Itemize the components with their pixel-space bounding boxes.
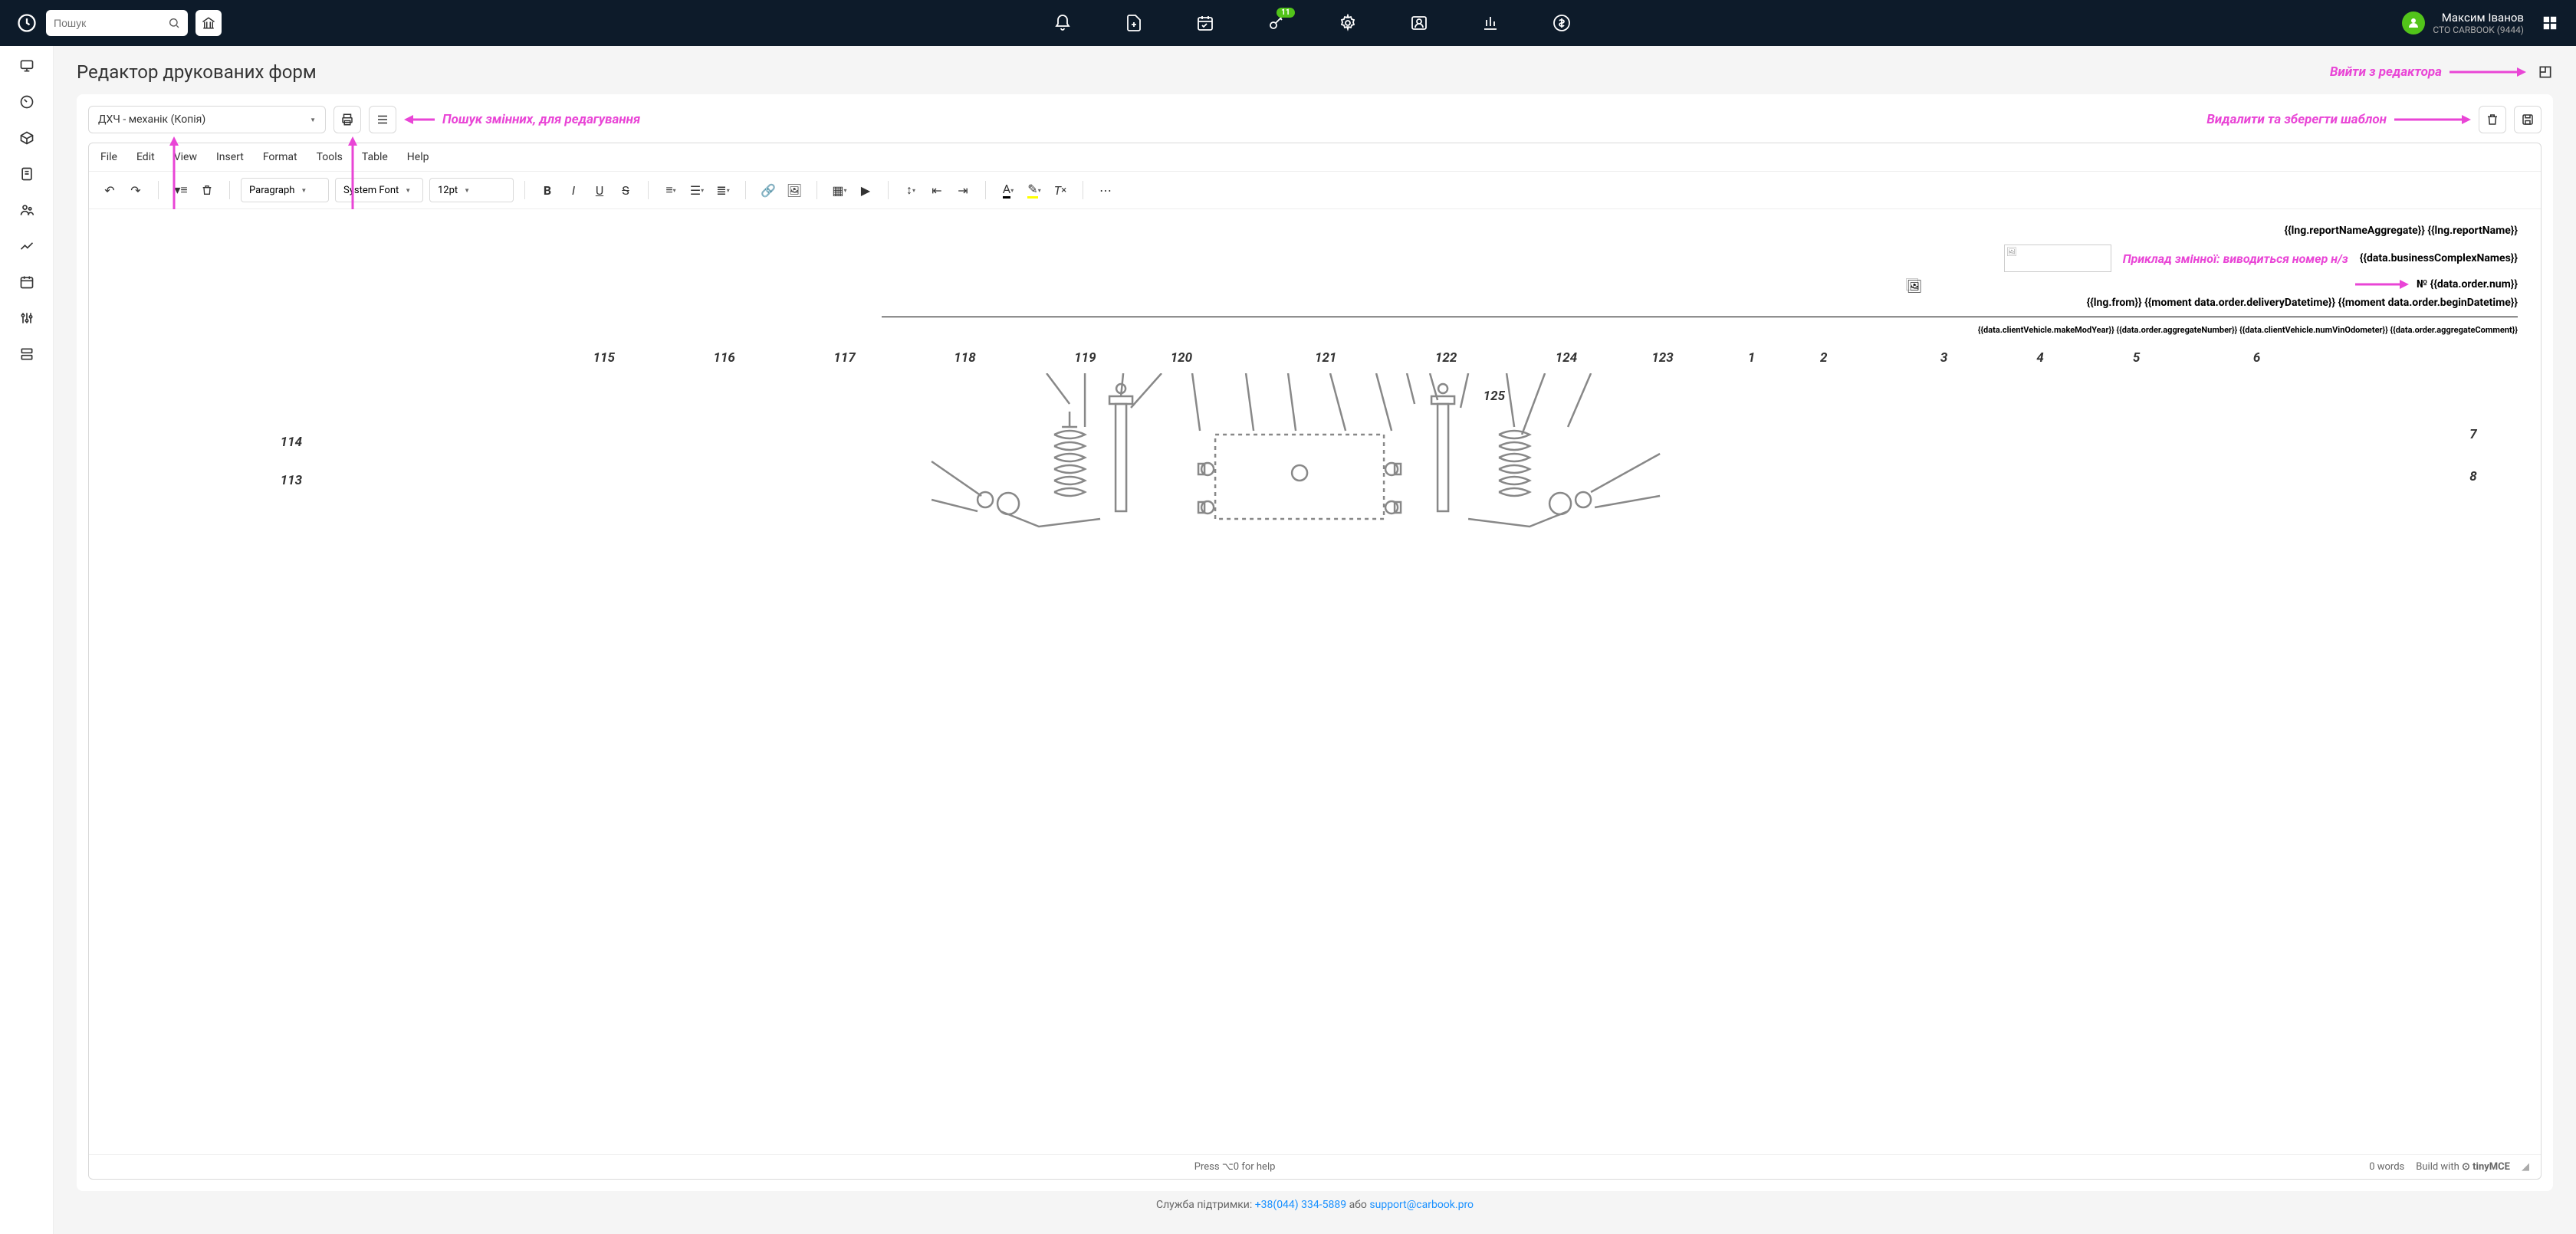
textcolor-button[interactable]: A▾ (997, 179, 1020, 202)
menu-format[interactable]: Format (263, 151, 297, 163)
menu-tools[interactable]: Tools (317, 151, 343, 163)
print-button[interactable] (334, 106, 361, 133)
annotation-delete-save: Видалити та зберегти шаблон (2206, 112, 2387, 127)
strike-button[interactable]: S (614, 179, 637, 202)
key-icon[interactable]: 11 (1266, 12, 1287, 34)
doc-line3: № {{data.order.num}} (2417, 278, 2518, 290)
footer: Служба підтримки: +38(044) 334-5889 або … (77, 1191, 2553, 1219)
rail-sliders-icon[interactable] (18, 310, 35, 327)
underline-button[interactable]: U (588, 179, 611, 202)
rail-device-icon[interactable] (18, 166, 35, 182)
new-doc-icon[interactable] (1123, 12, 1145, 34)
rail-monitor-icon[interactable] (18, 57, 35, 74)
align-button[interactable]: ≡▾ (659, 179, 682, 202)
page-title: Редактор друкованих форм (77, 61, 317, 83)
menu-file[interactable]: File (100, 151, 117, 163)
template-select-value: ДХЧ - механік (Копія) (98, 113, 205, 126)
status-help: Press ⌥0 for help (100, 1161, 2369, 1173)
apps-grid-icon[interactable] (2539, 12, 2561, 34)
dollar-icon[interactable] (1551, 12, 1572, 34)
menu-edit[interactable]: Edit (136, 151, 155, 163)
indent-button[interactable]: ⇥ (951, 179, 974, 202)
ul-button[interactable]: ≣▾ (711, 179, 734, 202)
annotation-example-var: Приклад змінної: виводиться номер н/з (2123, 251, 2348, 266)
paragraph-select[interactable]: Paragraph▼ (241, 178, 329, 202)
rail-gauge-icon[interactable] (18, 94, 35, 110)
user-org: СТО CARBOOK (9444) (2433, 25, 2524, 35)
delete-button[interactable] (2479, 106, 2506, 133)
editor-menubar: File Edit View Insert Format Tools Table… (89, 143, 2541, 172)
bank-button[interactable] (196, 10, 222, 36)
rail-schedule-icon[interactable] (18, 274, 35, 290)
rail-trend-icon[interactable] (18, 238, 35, 254)
trash-button[interactable] (196, 179, 219, 202)
calendar-check-icon[interactable] (1194, 12, 1216, 34)
font-select[interactable]: System Font▼ (335, 178, 423, 202)
template-select[interactable]: ДХЧ - механік (Копія) ▼ (88, 106, 326, 133)
rail-server-icon[interactable] (18, 346, 35, 363)
menu-insert[interactable]: Insert (216, 151, 244, 163)
variables-menu-button[interactable] (369, 106, 396, 133)
doc-line5: {{data.clientVehicle.makeModYear}} {{dat… (112, 325, 2518, 335)
menu-view[interactable]: View (174, 151, 197, 163)
annotation-search-vars: Пошук змінних, для редагування (442, 112, 640, 127)
resize-handle-icon[interactable]: ◢ (2522, 1161, 2529, 1173)
diagram-area: 115 116 117 118 119 120 121 122 124 123 … (112, 350, 2518, 542)
menu-table[interactable]: Table (362, 151, 388, 163)
user-area[interactable]: Максим Іванов СТО CARBOOK (9444) (2402, 11, 2524, 35)
doc-line1: {{lng.reportNameAggregate}} {{lng.report… (112, 225, 2518, 237)
annotation-exit: Вийти з редактора (2330, 64, 2442, 80)
editor-body[interactable]: {{lng.reportNameAggregate}} {{lng.report… (89, 209, 2541, 1154)
contact-icon[interactable] (1408, 12, 1430, 34)
highlight-button[interactable]: ✎▾ (1023, 179, 1046, 202)
footer-email[interactable]: support@carbook.pro (1369, 1199, 1474, 1211)
redo-button[interactable]: ↷ (124, 179, 147, 202)
doc-line4: {{lng.from}} {{moment data.order.deliver… (112, 297, 2518, 309)
size-select[interactable]: 12pt▼ (429, 178, 514, 202)
status-words: 0 words (2369, 1161, 2404, 1173)
lineheight-button[interactable]: ↕▾ (899, 179, 922, 202)
table-button[interactable]: ▦▾ (828, 179, 851, 202)
save-button[interactable] (2514, 106, 2542, 133)
bold-button[interactable]: B (536, 179, 559, 202)
outdent-button[interactable]: ⇤ (925, 179, 948, 202)
footer-phone[interactable]: +38(044) 334-5889 (1255, 1199, 1346, 1211)
more-button[interactable]: ⋯ (1094, 179, 1117, 202)
link-button[interactable]: 🔗 (757, 179, 780, 202)
key-badge: 11 (1276, 8, 1294, 18)
blocks-button[interactable]: ▾≡ (169, 179, 192, 202)
search-box[interactable] (46, 10, 188, 36)
rail-box-icon[interactable] (18, 130, 35, 146)
chart-icon[interactable] (1480, 12, 1501, 34)
editor-toolbar: ↶ ↷ ▾≡ Paragraph▼ System Font▼ 12pt▼ B (89, 172, 2541, 209)
clear-format-button[interactable]: T× (1049, 179, 1072, 202)
image-button[interactable]: 🖼 (783, 179, 806, 202)
side-rail (0, 46, 54, 1234)
search-input[interactable] (54, 17, 168, 29)
search-icon (168, 17, 180, 29)
image-placeholder-1: 🖼 (2004, 245, 2111, 272)
avatar (2402, 11, 2425, 34)
undo-button[interactable]: ↶ (98, 179, 121, 202)
italic-button[interactable]: I (562, 179, 585, 202)
rail-people-icon[interactable] (18, 202, 35, 218)
gear-icon[interactable] (1337, 12, 1359, 34)
logo-icon[interactable] (15, 11, 38, 34)
ol-button[interactable]: ☰▾ (685, 179, 708, 202)
media-button[interactable]: ▶ (854, 179, 877, 202)
image-placeholder-2: 🖼 (1906, 278, 1918, 290)
user-name: Максим Іванов (2433, 11, 2524, 25)
doc-line2: {{data.businessComplexNames}} (2360, 252, 2518, 264)
status-brand: Build with ⊙ tinyMCE (2416, 1161, 2510, 1173)
exit-editor-button[interactable] (2538, 64, 2553, 80)
bell-icon[interactable] (1052, 12, 1073, 34)
menu-help[interactable]: Help (407, 151, 429, 163)
chevron-down-icon: ▼ (310, 117, 316, 123)
